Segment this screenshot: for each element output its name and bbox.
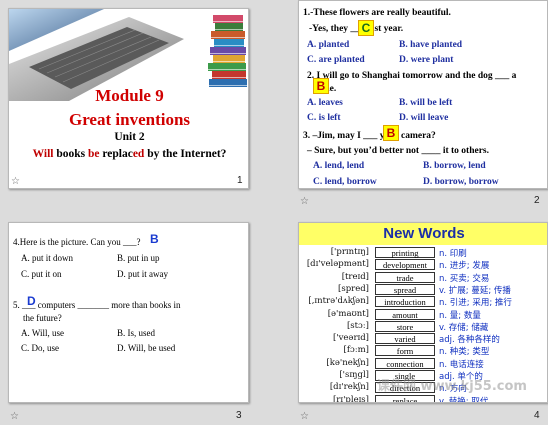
q1-answer-badge: C <box>358 20 374 36</box>
q3-answer-badge: B <box>383 125 399 141</box>
vocab-word: varied <box>375 333 435 345</box>
q4-option-c: C. put it on <box>21 269 62 279</box>
word-phonetic: [spred] <box>338 283 369 294</box>
q1-option-c: C. are planted <box>307 55 365 65</box>
vocab-word: introduction <box>375 296 435 308</box>
q4-option-a: A. put it down <box>21 253 74 263</box>
transition-star-icon: ☆ <box>11 176 20 187</box>
word-phonetic: [treɪd] <box>341 271 369 282</box>
word-phonetic: [ə'maʊnt] <box>327 308 369 319</box>
word-meaning: v. 替换; 取代 <box>439 396 489 403</box>
slide4-number: 4 <box>534 410 540 421</box>
vocab-word: amount <box>375 308 435 320</box>
word-meaning: adj. 各种各样的 <box>439 335 500 346</box>
q5-prompt: 5. ___ computers _______ more than books… <box>13 300 181 310</box>
q5-option-a: A. Will, use <box>21 328 64 338</box>
word-phonetic: [fɔːm] <box>343 345 369 356</box>
word-meaning: n. 量; 数量 <box>439 310 481 321</box>
slide-number: 1 <box>237 175 243 186</box>
q5-prompt-cont: the future? <box>23 313 62 323</box>
slide3-transition-star-icon: ☆ <box>10 411 19 422</box>
lesson-title: Great inventions <box>68 110 191 129</box>
q3-option-d: D. borrow, borrow <box>423 177 499 187</box>
q1-response: -Yes, they ___ last year. <box>309 24 404 34</box>
question-fragment: by the Internet? <box>144 148 227 160</box>
q2-option-c: C. is left <box>307 113 341 123</box>
q5-answer: D <box>27 294 36 308</box>
q2-option-a: A. leaves <box>307 98 343 108</box>
question-fragment: books <box>53 148 88 160</box>
new-words-title: New Words <box>383 225 465 242</box>
q3-response: – Sure, but you’d better not ____ it to … <box>307 146 489 156</box>
unit-label: Unit 2 <box>114 131 145 143</box>
word-meaning: n. 进步; 发展 <box>439 261 490 272</box>
slide4-transition-star-icon: ☆ <box>300 411 309 422</box>
q2-option-d: D. will leave <box>399 113 449 123</box>
q5-option-c: C. Do, use <box>21 343 59 353</box>
q1-option-b: B. have planted <box>399 40 463 50</box>
question-fragment: ed <box>132 148 145 160</box>
q2-answer-badge: B <box>313 78 329 94</box>
word-meaning: n. 印刷 <box>439 249 467 259</box>
word-phonetic: [,ɪntrə'dʌkʃən] <box>308 296 369 307</box>
word-phonetic: ['prɪntɪŋ] <box>330 247 369 257</box>
q4-option-d: D. put it away <box>117 269 168 279</box>
vocab-word: form <box>375 345 435 357</box>
word-phonetic: [dɪ'rekʃn] <box>329 382 369 393</box>
q5-option-b: B. Is, used <box>117 328 155 338</box>
word-meaning: v. 扩展; 蔓延; 传播 <box>439 285 511 296</box>
word-phonetic: [kə'nekʃn] <box>326 357 369 368</box>
word-meaning: n. 电话连接 <box>439 359 484 370</box>
vocab-word: spread <box>375 283 435 295</box>
q1-prompt: 1.-These flowers are really beautiful. <box>303 8 451 18</box>
watermark-text: 课件网 www.kj55.com <box>377 379 527 394</box>
q3-prompt: 3. –Jim, may I ___ your camera? <box>303 131 436 141</box>
word-meaning: n. 引进; 采用; 推行 <box>439 298 512 309</box>
q2-option-b: B. will be left <box>399 98 453 108</box>
vocab-word: replace <box>375 394 435 402</box>
vocab-word: printing <box>375 247 435 258</box>
vocab-word: store <box>375 320 435 332</box>
q4-answer: B <box>150 232 159 246</box>
question-fragment: Will <box>32 148 54 160</box>
q1-option-a: A. planted <box>307 40 350 50</box>
slide-thumbnail-2[interactable]: 1.-These flowers are really beautiful. -… <box>298 0 548 189</box>
lesson-question: Will books be replaced by the Internet? <box>9 148 248 160</box>
vocab-word: connection <box>375 357 435 369</box>
q3-option-c: C. lend, borrow <box>313 177 377 187</box>
slide-thumbnail-1[interactable]: Module 9 Great inventions Unit 2 Will bo… <box>8 8 249 189</box>
slide2-number: 2 <box>534 195 540 206</box>
q4-prompt: 4.Here is the picture. Can you ___? <box>13 237 141 247</box>
q2-prompt: 2. I will go to Shanghai tomorrow and th… <box>307 71 517 81</box>
vocab-word: trade <box>375 271 435 283</box>
question-fragment: replac <box>99 148 133 160</box>
word-phonetic: ['sɪŋgl] <box>339 370 369 380</box>
word-phonetic: [dɪ'veləpmənt] <box>306 259 369 270</box>
q3-option-a: A. lend, lend <box>313 161 365 171</box>
slide-thumbnail-4[interactable]: New Words ['prɪntɪŋ] printing n. 印刷 [dɪ'vel… <box>298 222 548 403</box>
question-fragment: be <box>88 148 100 160</box>
q1-option-d: D. were plant <box>399 55 454 65</box>
slide3-number: 3 <box>236 410 242 421</box>
word-meaning: n. 种类; 类型 <box>439 347 490 358</box>
word-phonetic: [stɔː] <box>346 320 369 331</box>
word-phonetic: [rɪ'pleɪs] <box>332 394 369 403</box>
slide-thumbnail-3[interactable]: 4.Here is the picture. Can you ___? B A.… <box>8 222 249 403</box>
q4-option-b: B. put in up <box>117 253 160 263</box>
word-phonetic: ['veərɪd] <box>332 333 369 344</box>
q3-option-b: B. borrow, lend <box>423 161 486 171</box>
word-meaning: n. 买卖; 交易 <box>439 273 490 284</box>
module-title: Module 9 <box>95 86 164 105</box>
slide2-transition-star-icon: ☆ <box>300 196 309 207</box>
q5-option-d: D. Will, be used <box>117 343 176 353</box>
word-meaning: v. 存储; 储藏 <box>439 322 489 333</box>
vocab-word: development <box>375 259 435 271</box>
